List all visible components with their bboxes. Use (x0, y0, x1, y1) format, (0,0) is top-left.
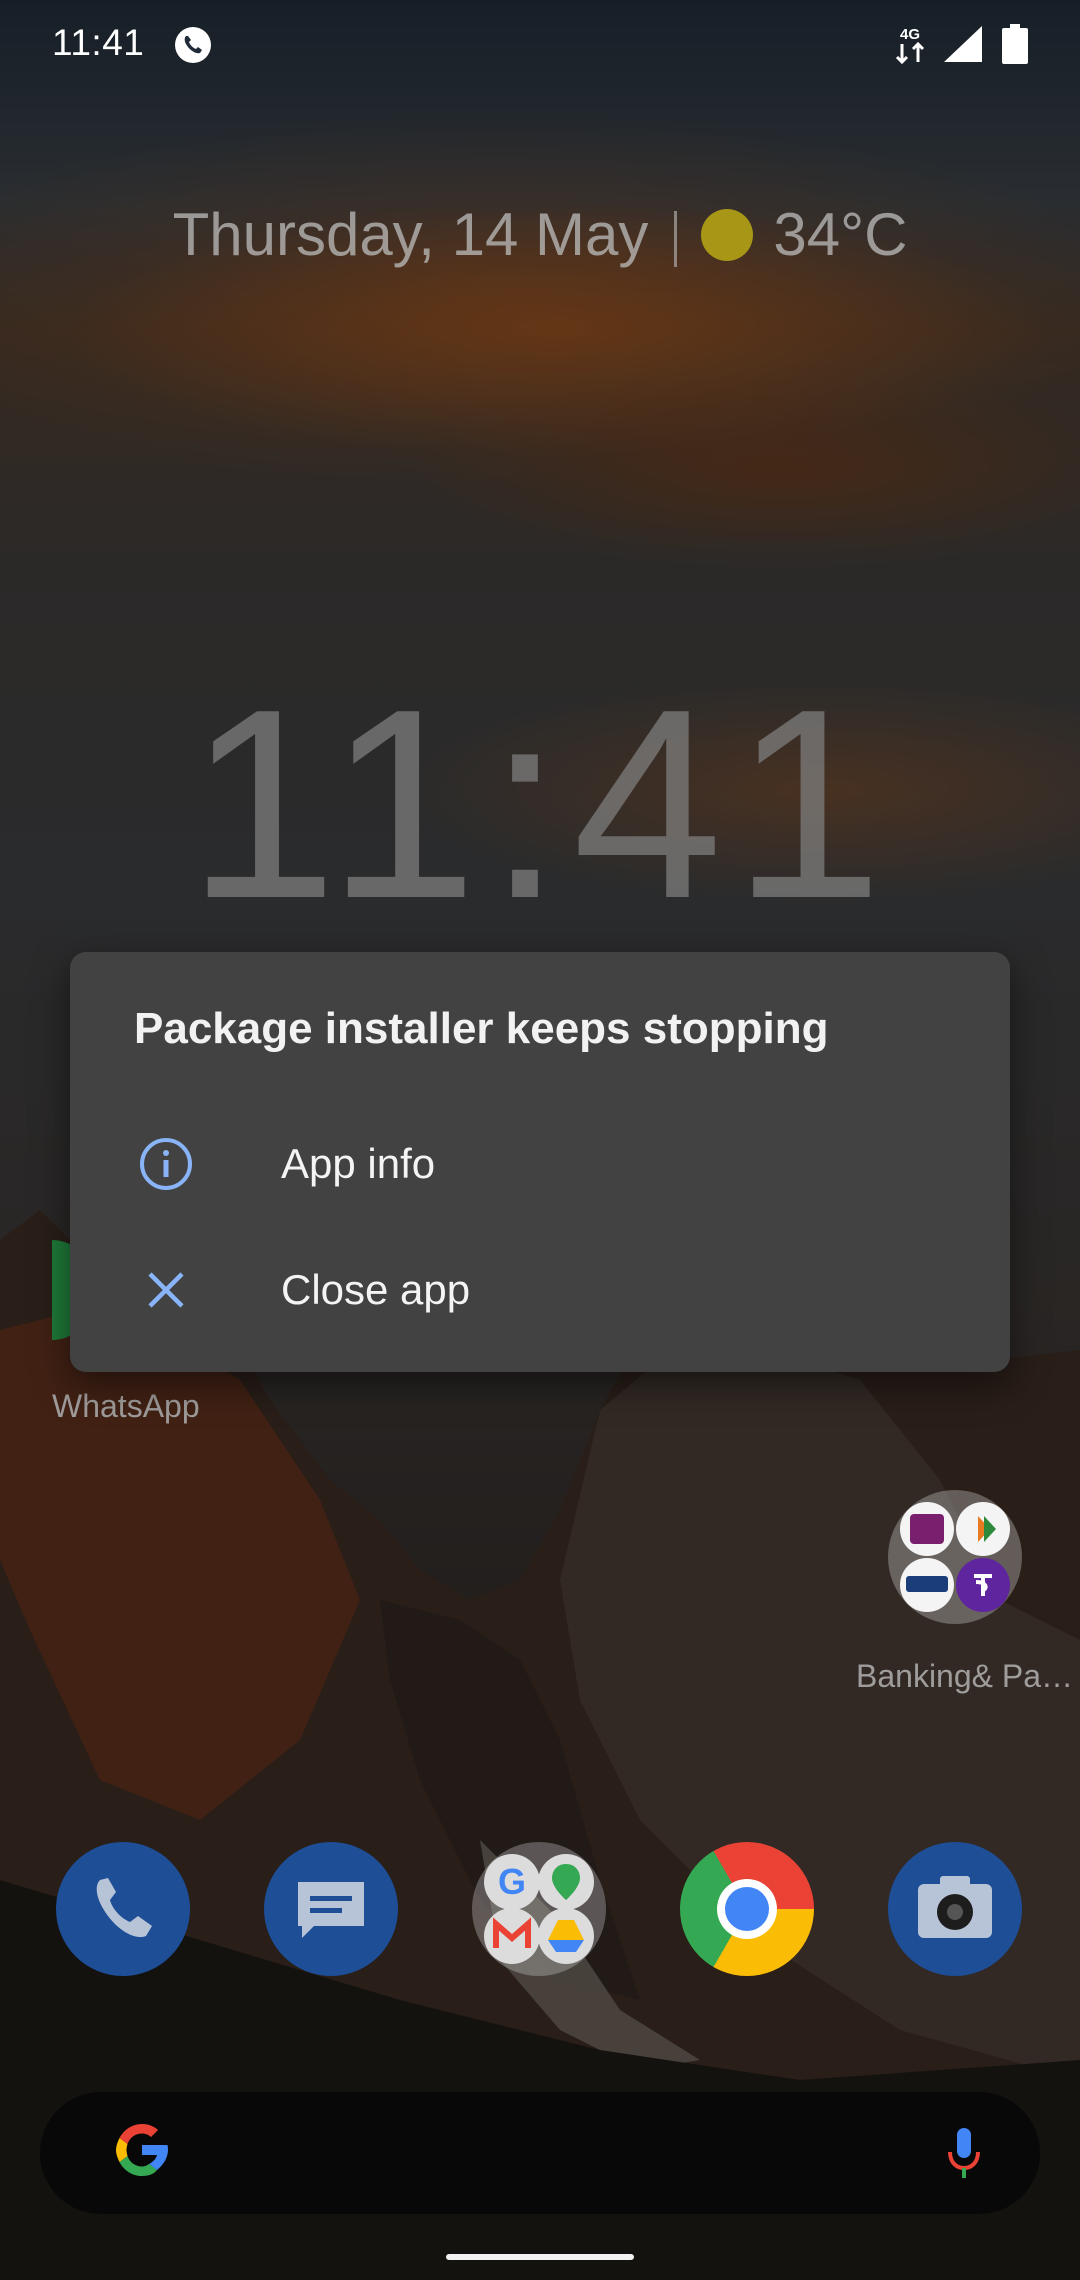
gesture-nav-pill[interactable] (446, 2254, 634, 2260)
dialog-title: Package installer keeps stopping (134, 1004, 829, 1053)
phone-icon (96, 1878, 152, 1938)
temperature-text: 34°C (773, 201, 908, 268)
bhim-icon (956, 1502, 1010, 1556)
status-time: 11:41 (52, 22, 145, 63)
status-bar: 11:41 4G (0, 0, 1080, 92)
message-icon (298, 1882, 364, 1938)
yono-sbi-icon (900, 1502, 954, 1556)
chrome-app-icon[interactable] (680, 1842, 814, 1976)
sun-icon (701, 209, 754, 262)
signal-icon (944, 26, 982, 62)
battery-icon (1002, 24, 1028, 64)
network-4g-icon: 4G (895, 26, 925, 64)
close-app-label: Close app (281, 1266, 471, 1313)
date-text: Thursday, 14 May (172, 201, 649, 268)
close-app-button[interactable]: Close app (70, 1230, 1010, 1350)
date-weather-row: Thursday, 14 May 34°C (0, 200, 1080, 269)
google-search-bar[interactable] (40, 2092, 1040, 2214)
app-label-whatsapp: WhatsApp (52, 1388, 200, 1424)
google-folder-icon[interactable]: G (472, 1842, 606, 1976)
network-label: 4G (900, 26, 920, 43)
google-g-icon[interactable] (110, 2118, 174, 2182)
close-icon (148, 1272, 184, 1308)
app-info-button[interactable]: App info (70, 1104, 1010, 1224)
app-label-banking: Banking& Pa… (856, 1658, 1074, 1694)
phonepe-icon (956, 1558, 1010, 1612)
call-icon (175, 27, 211, 63)
banking-folder[interactable] (888, 1490, 1022, 1624)
paytm-icon (900, 1558, 954, 1612)
mic-icon[interactable] (944, 2124, 984, 2184)
camera-icon (918, 1876, 992, 1938)
info-icon (140, 1138, 192, 1190)
chrome-icon (717, 1879, 777, 1939)
divider (674, 211, 678, 268)
app-info-label: App info (281, 1140, 436, 1187)
svg-text:G: G (498, 1861, 526, 1902)
messages-app-icon[interactable] (264, 1842, 398, 1976)
clock-widget[interactable]: 11:41 (0, 670, 1080, 940)
app-crash-dialog: Package installer keeps stopping App inf… (70, 952, 1010, 1372)
phone-app-icon[interactable] (56, 1842, 190, 1976)
camera-app-icon[interactable] (888, 1842, 1022, 1976)
